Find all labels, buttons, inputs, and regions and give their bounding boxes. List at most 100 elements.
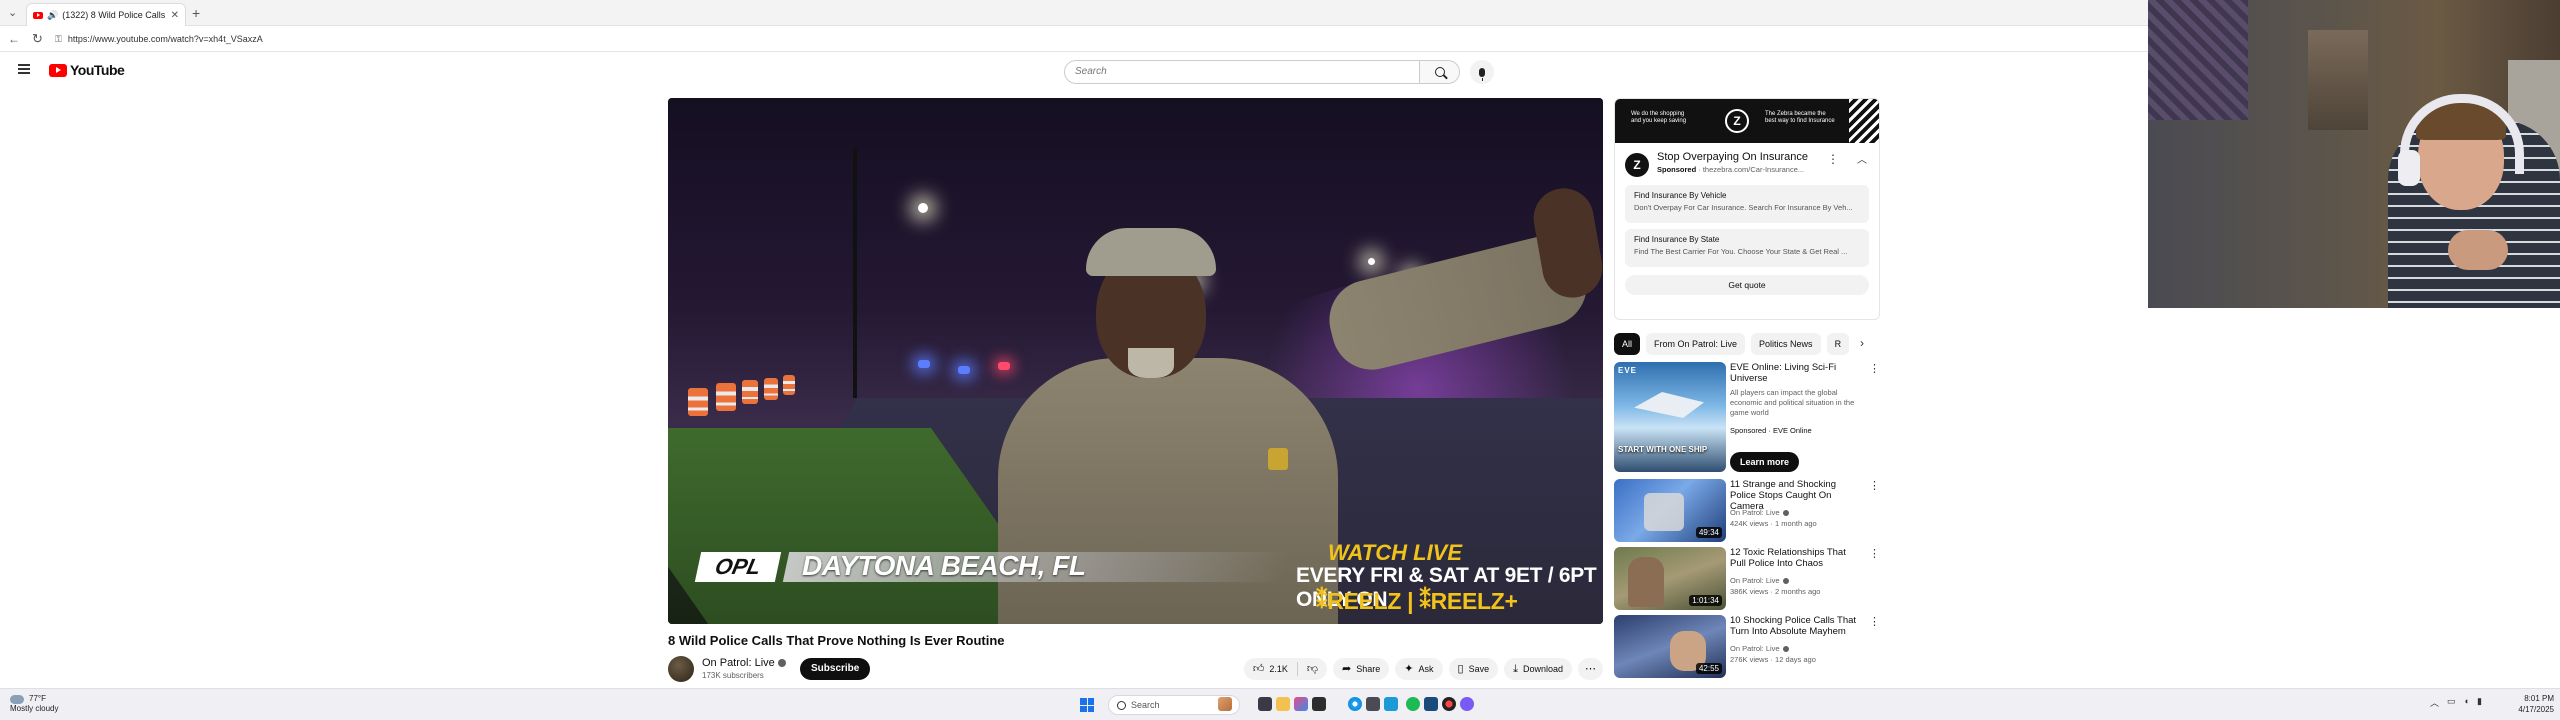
more-actions-button[interactable]: ⋯ (1578, 658, 1603, 680)
dislike-button[interactable]: 👎︎ (1298, 658, 1327, 680)
taskbar-clock[interactable]: 8:01 PM 4/17/2025 (2508, 693, 2554, 715)
discord-icon[interactable] (1460, 697, 1474, 711)
obs-icon[interactable] (1442, 697, 1456, 711)
app-icon[interactable] (1312, 697, 1326, 711)
sponsored-video-item[interactable]: EVE START WITH ONE SHIP EVE Online: Livi… (1614, 362, 1880, 474)
recommended-video-item[interactable]: 49:34 11 Strange and Shocking Police Sto… (1614, 479, 1880, 543)
collapse-chevron-icon[interactable]: ︿ (1857, 151, 1867, 166)
cloud-icon (10, 694, 24, 704)
more-vertical-icon[interactable]: ⋮ (1869, 547, 1880, 560)
more-vertical-icon[interactable]: ⋮ (1869, 479, 1880, 492)
reload-icon[interactable]: ↻ (32, 31, 43, 47)
advertiser-logo-icon[interactable]: Z (1625, 153, 1649, 177)
verified-check-icon (777, 659, 786, 668)
copilot-icon[interactable] (1294, 697, 1308, 711)
recommended-video-item[interactable]: 42:55 10 Shocking Police Calls That Turn… (1614, 615, 1880, 679)
video-duration: 49:34 (1695, 527, 1722, 538)
ad-banner[interactable]: We do the shopping and you keep saving Z… (1615, 99, 1879, 143)
video-thumbnail[interactable]: 42:55 (1614, 615, 1726, 678)
search-input[interactable]: Search (1064, 60, 1420, 84)
file-explorer-icon[interactable] (1276, 697, 1290, 711)
share-label: Share (1356, 664, 1381, 674)
channel-name-row[interactable]: On Patrol: Live (1730, 576, 1789, 586)
video-duration: 42:55 (1695, 663, 1722, 674)
save-button[interactable]: ▯ Save (1448, 658, 1499, 680)
search-button[interactable] (1420, 60, 1460, 84)
download-button[interactable]: ⤓ Download (1504, 658, 1572, 680)
windows-start-icon[interactable] (1080, 698, 1094, 712)
get-quote-button[interactable]: Get quote (1625, 275, 1869, 295)
ad-banner-right-text: The Zebra became the best way to find In… (1765, 111, 1835, 124)
voice-search-button[interactable] (1470, 60, 1494, 84)
traffic-barrel (783, 375, 795, 395)
youtube-logo[interactable]: YouTube (49, 62, 125, 78)
search-highlight-icon[interactable] (1218, 697, 1232, 711)
tab-list-chevron-icon[interactable]: ⌄ (8, 6, 17, 19)
new-tab-button[interactable]: + (192, 5, 200, 21)
channel-avatar[interactable] (668, 656, 694, 682)
watch-live-text: WATCH LIVE (1328, 540, 1463, 565)
download-icon: ⤓ (1513, 662, 1518, 675)
youtube-header: YouTube Search (0, 52, 2148, 92)
channel-name-row[interactable]: On Patrol: Live (1730, 508, 1789, 518)
task-view-icon[interactable] (1258, 697, 1272, 711)
video-thumbnail[interactable]: 1:01:34 (1614, 547, 1726, 610)
chips-next-chevron-icon[interactable]: › (1860, 336, 1864, 350)
channel-name: On Patrol: Live (1730, 644, 1780, 653)
battery-icon[interactable]: ▮ (2477, 696, 2482, 709)
share-button[interactable]: ➦ Share (1333, 658, 1390, 680)
spotify-icon[interactable] (1406, 697, 1420, 711)
channel-name-link[interactable]: On Patrol: Live (702, 657, 786, 669)
ad-more-icon[interactable]: ⋮ (1827, 152, 1839, 166)
street-lamp (918, 203, 928, 213)
video-thumbnail[interactable]: 49:34 (1614, 479, 1726, 542)
youtube-play-icon (49, 63, 67, 77)
like-button[interactable]: 👍︎ 2.1K (1244, 658, 1297, 680)
ad-sitelink-desc: Find The Best Carrier For You. Choose Yo… (1634, 247, 1848, 256)
weather-widget[interactable]: 77°F Mostly cloudy (10, 694, 58, 714)
ad-sitelink-state[interactable]: Find Insurance By State Find The Best Ca… (1625, 229, 1869, 267)
ad-sitelink-vehicle[interactable]: Find Insurance By Vehicle Don't Overpay … (1625, 185, 1869, 223)
video-player[interactable]: OPL DAYTONA BEACH, FL WATCH LIVE EVERY F… (668, 98, 1603, 624)
hamburger-menu-icon[interactable] (18, 64, 30, 74)
more-vertical-icon[interactable]: ⋮ (1869, 615, 1880, 628)
close-tab-icon[interactable]: ✕ (171, 10, 179, 21)
officer-beard (1128, 348, 1174, 378)
subscribe-button[interactable]: Subscribe (800, 658, 871, 680)
app-icon[interactable] (1424, 697, 1438, 711)
learn-more-button[interactable]: Learn more (1730, 452, 1800, 472)
video-title[interactable]: 12 Toxic Relationships That Pull Police … (1730, 547, 1860, 569)
audio-playing-icon[interactable]: 🔊 (47, 10, 58, 21)
channel-name-row[interactable]: On Patrol: Live (1730, 644, 1789, 654)
back-arrow-icon[interactable]: ← (8, 32, 20, 46)
video-title[interactable]: EVE Online: Living Sci-Fi Universe (1730, 362, 1860, 384)
url-field[interactable]: ⚿ https://www.youtube.com/watch?v=xh4t_VS… (55, 31, 855, 47)
tray-chevron-icon[interactable]: ︿ (2430, 696, 2439, 709)
chip-partial[interactable]: R (1826, 333, 1850, 355)
chip-all[interactable]: All (1614, 333, 1641, 355)
streamer-hands (2448, 230, 2508, 270)
thumbnail-figure (1644, 493, 1684, 531)
network-icon[interactable]: ▭ (2447, 696, 2456, 709)
ad-title[interactable]: Stop Overpaying On Insurance (1657, 151, 1808, 163)
webcam-overlay (2148, 0, 2560, 308)
recommended-video-item[interactable]: 1:01:34 12 Toxic Relationships That Pull… (1614, 547, 1880, 611)
chip-politics-news[interactable]: Politics News (1751, 333, 1821, 355)
like-dislike-group: 👍︎ 2.1K 👎︎ (1243, 658, 1328, 680)
edge-browser-icon[interactable] (1348, 697, 1362, 711)
app-icon[interactable] (1366, 697, 1380, 711)
video-meta: 276K views · 12 days ago (1730, 655, 1816, 664)
traffic-barrel (742, 380, 758, 404)
traffic-barrel (764, 378, 778, 400)
site-info-icon[interactable]: ⚿ (55, 31, 62, 47)
more-vertical-icon[interactable]: ⋮ (1869, 362, 1880, 375)
video-title[interactable]: 10 Shocking Police Calls That Turn Into … (1730, 615, 1860, 637)
chip-from-channel[interactable]: From On Patrol: Live (1646, 333, 1746, 355)
browser-tab[interactable]: 🔊 (1322) 8 Wild Police Calls Th... ✕ (26, 3, 186, 26)
url-text: https://www.youtube.com/watch?v=xh4t_VSa… (67, 34, 263, 44)
outlook-icon[interactable] (1384, 697, 1398, 711)
ask-button[interactable]: ✦ Ask (1395, 658, 1443, 680)
volume-icon[interactable]: ◖ (2464, 696, 2469, 709)
share-icon: ➦ (1342, 662, 1352, 675)
video-thumbnail[interactable]: EVE START WITH ONE SHIP (1614, 362, 1726, 472)
